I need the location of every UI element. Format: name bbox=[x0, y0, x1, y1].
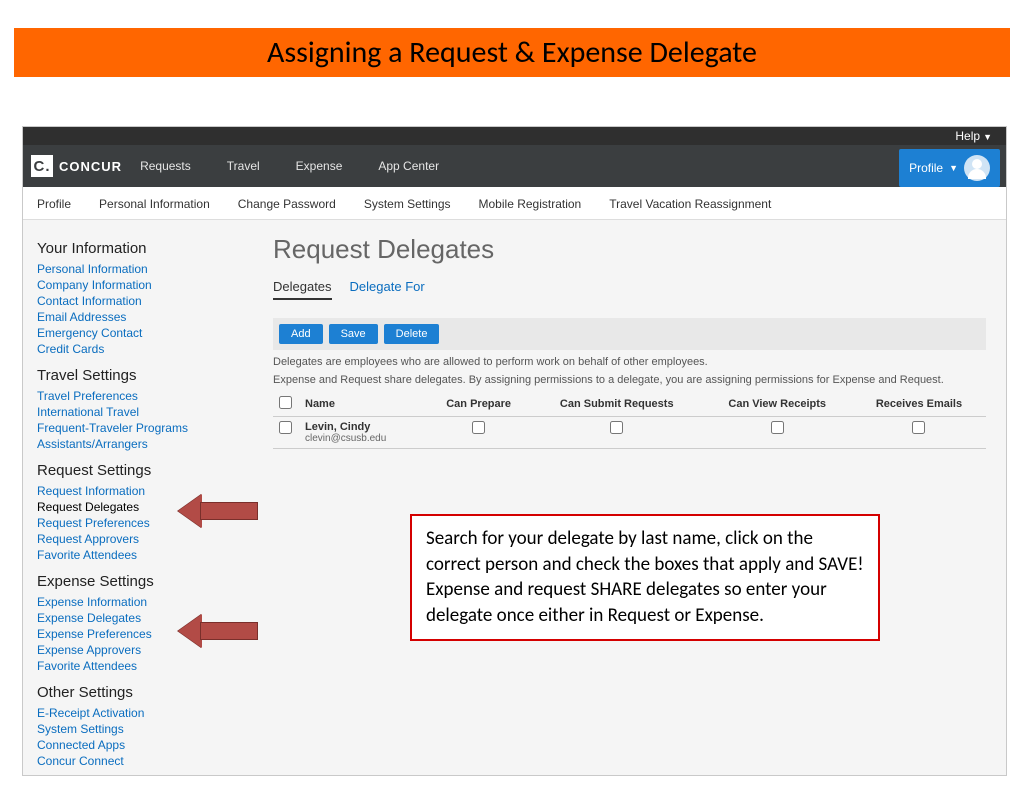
concur-logo[interactable]: C. CONCUR bbox=[31, 155, 122, 177]
profile-button[interactable]: Profile▼ bbox=[899, 149, 1000, 187]
concur-window: Help▼ C. CONCUR Requests Travel Expense … bbox=[22, 126, 1007, 776]
select-all-checkbox[interactable] bbox=[279, 396, 292, 409]
content-area: Your Information Personal Information Co… bbox=[23, 220, 1006, 776]
delegate-email: clevin@csusb.edu bbox=[305, 433, 420, 444]
receives-emails-checkbox[interactable] bbox=[912, 421, 925, 434]
col-can-prepare: Can Prepare bbox=[426, 392, 531, 417]
cell-name: Levin, Cindy clevin@csusb.edu bbox=[299, 417, 426, 449]
table-header-row: Name Can Prepare Can Submit Requests Can… bbox=[273, 392, 986, 417]
link-request-approvers[interactable]: Request Approvers bbox=[37, 531, 253, 547]
page-title: Request Delegates bbox=[273, 234, 986, 265]
add-button[interactable]: Add bbox=[279, 324, 323, 344]
concur-logo-icon: C. bbox=[31, 155, 53, 177]
tab-delegates[interactable]: Delegates bbox=[273, 279, 332, 300]
heading-other-settings: Other Settings bbox=[37, 684, 253, 701]
link-expense-information[interactable]: Expense Information bbox=[37, 594, 253, 610]
link-personal-information[interactable]: Personal Information bbox=[37, 261, 253, 277]
sub-nav: Profile Personal Information Change Pass… bbox=[23, 187, 1006, 220]
heading-travel-settings: Travel Settings bbox=[37, 367, 253, 384]
help-bar: Help▼ bbox=[23, 127, 1006, 145]
can-submit-checkbox[interactable] bbox=[610, 421, 623, 434]
heading-expense-settings: Expense Settings bbox=[37, 573, 253, 590]
helper-text-2: Expense and Request share delegates. By … bbox=[273, 374, 986, 386]
subnav-travel-vacation-reassignment[interactable]: Travel Vacation Reassignment bbox=[609, 197, 771, 211]
slide-title: Assigning a Request & Expense Delegate bbox=[14, 28, 1010, 77]
link-system-settings[interactable]: System Settings bbox=[37, 721, 253, 737]
link-credit-cards[interactable]: Credit Cards bbox=[37, 341, 253, 357]
brand-text: CONCUR bbox=[59, 159, 122, 174]
delegate-name: Levin, Cindy bbox=[305, 421, 370, 433]
save-button[interactable]: Save bbox=[329, 324, 378, 344]
subnav-change-password[interactable]: Change Password bbox=[238, 197, 336, 211]
subnav-mobile-registration[interactable]: Mobile Registration bbox=[479, 197, 582, 211]
link-emergency-contact[interactable]: Emergency Contact bbox=[37, 325, 253, 341]
subnav-personal-information[interactable]: Personal Information bbox=[99, 197, 210, 211]
col-receives-emails: Receives Emails bbox=[852, 392, 986, 417]
link-frequent-traveler-programs[interactable]: Frequent-Traveler Programs bbox=[37, 420, 253, 436]
nav-travel[interactable]: Travel bbox=[209, 159, 278, 173]
heading-request-settings: Request Settings bbox=[37, 462, 253, 479]
link-concur-connect[interactable]: Concur Connect bbox=[37, 753, 253, 769]
main-panel: Request Delegates Delegates Delegate For… bbox=[253, 220, 1006, 776]
tabs: Delegates Delegate For bbox=[273, 279, 986, 300]
nav-expense[interactable]: Expense bbox=[278, 159, 361, 173]
nav-requests[interactable]: Requests bbox=[122, 159, 209, 173]
arrow-request-delegates bbox=[178, 494, 258, 528]
link-contact-information[interactable]: Contact Information bbox=[37, 293, 253, 309]
link-request-favorite-attendees[interactable]: Favorite Attendees bbox=[37, 547, 253, 563]
heading-your-information: Your Information bbox=[37, 240, 253, 257]
instruction-callout: Search for your delegate by last name, c… bbox=[410, 514, 880, 641]
help-menu[interactable]: Help▼ bbox=[955, 129, 992, 143]
link-assistants-arrangers[interactable]: Assistants/Arrangers bbox=[37, 436, 253, 452]
link-company-information[interactable]: Company Information bbox=[37, 277, 253, 293]
col-name: Name bbox=[299, 392, 426, 417]
delegates-table: Name Can Prepare Can Submit Requests Can… bbox=[273, 392, 986, 449]
arrow-expense-delegates bbox=[178, 614, 258, 648]
top-nav: C. CONCUR Requests Travel Expense App Ce… bbox=[23, 145, 1006, 187]
helper-text-1: Delegates are employees who are allowed … bbox=[273, 356, 986, 368]
link-travel-preferences[interactable]: Travel Preferences bbox=[37, 388, 253, 404]
nav-app-center[interactable]: App Center bbox=[360, 159, 457, 173]
subnav-system-settings[interactable]: System Settings bbox=[364, 197, 451, 211]
link-expense-favorite-attendees[interactable]: Favorite Attendees bbox=[37, 658, 253, 674]
link-international-travel[interactable]: International Travel bbox=[37, 404, 253, 420]
button-row: Add Save Delete bbox=[273, 318, 986, 350]
delete-button[interactable]: Delete bbox=[384, 324, 440, 344]
can-view-receipts-checkbox[interactable] bbox=[771, 421, 784, 434]
tab-delegate-for[interactable]: Delegate For bbox=[350, 279, 425, 300]
subnav-profile[interactable]: Profile bbox=[37, 197, 71, 211]
link-email-addresses[interactable]: Email Addresses bbox=[37, 309, 253, 325]
avatar-icon bbox=[964, 155, 990, 181]
table-row: Levin, Cindy clevin@csusb.edu bbox=[273, 417, 986, 449]
col-can-view-receipts: Can View Receipts bbox=[702, 392, 852, 417]
can-prepare-checkbox[interactable] bbox=[472, 421, 485, 434]
col-can-submit: Can Submit Requests bbox=[531, 392, 702, 417]
link-connected-apps[interactable]: Connected Apps bbox=[37, 737, 253, 753]
row-select-checkbox[interactable] bbox=[279, 421, 292, 434]
link-ereceipt-activation[interactable]: E-Receipt Activation bbox=[37, 705, 253, 721]
